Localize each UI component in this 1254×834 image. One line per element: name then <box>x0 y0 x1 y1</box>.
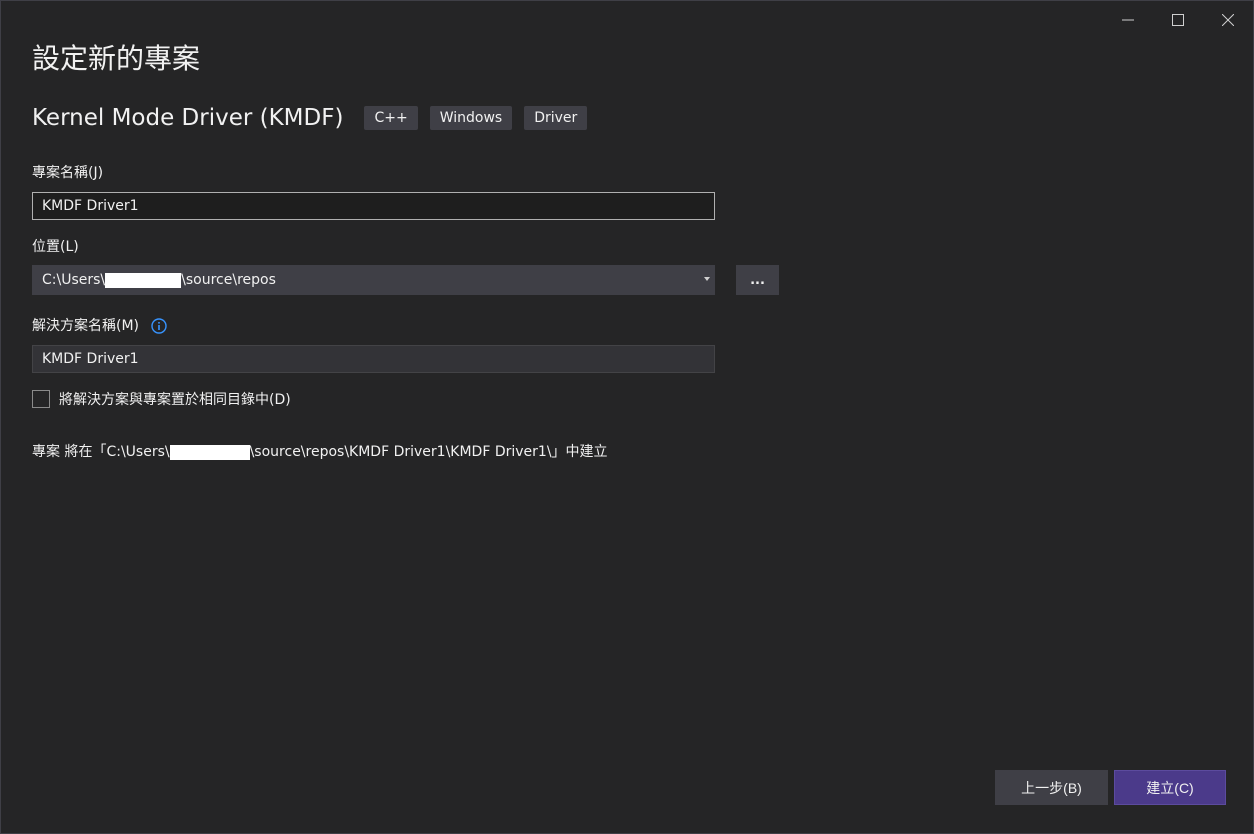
location-suffix: \source\repos <box>181 272 276 288</box>
dialog-window: 設定新的專案 Kernel Mode Driver (KMDF) C++ Win… <box>0 0 1254 834</box>
same-directory-option: 將解決方案與專案置於相同目錄中(D) <box>32 389 291 409</box>
redacted-username <box>169 444 250 460</box>
location-combobox[interactable]: C:\Users\ \source\repos <box>32 265 715 295</box>
info-icon[interactable] <box>151 318 168 334</box>
project-name-value: KMDF Driver1 <box>42 198 139 214</box>
chevron-down-icon[interactable] <box>704 277 710 281</box>
redacted-username <box>105 272 182 288</box>
template-name: Kernel Mode Driver (KMDF) <box>32 105 344 131</box>
path-summary-prefix: 專案 將在「C:\Users\ <box>32 444 170 460</box>
location-label: 位置(L) <box>32 239 79 255</box>
close-button[interactable] <box>1203 1 1253 39</box>
window-controls <box>1103 1 1253 39</box>
maximize-icon <box>1172 14 1184 26</box>
page-title: 設定新的專案 <box>32 42 201 75</box>
browse-button[interactable]: ... <box>736 265 779 295</box>
close-icon <box>1222 14 1234 26</box>
same-directory-checkbox-label[interactable]: 將解決方案與專案置於相同目錄中(D) <box>59 389 291 409</box>
project-path-summary: 專案 將在「C:\Users\ \source\repos\KMDF Driver… <box>32 441 608 461</box>
solution-name-value: KMDF Driver1 <box>42 351 139 367</box>
tag-project-type: Driver <box>524 106 588 130</box>
tag-language: C++ <box>364 106 418 130</box>
path-summary-suffix: \source\repos\KMDF Driver1\KMDF Driver1\… <box>249 444 608 460</box>
solution-name-label-row: 解決方案名稱(M) <box>32 315 168 335</box>
back-button[interactable]: 上一步(B) <box>995 770 1108 805</box>
maximize-button[interactable] <box>1153 1 1203 39</box>
tag-platform: Windows <box>429 106 513 130</box>
project-name-input[interactable]: KMDF Driver1 <box>32 192 715 220</box>
same-directory-checkbox[interactable] <box>32 390 50 408</box>
location-prefix: C:\Users\ <box>42 272 106 288</box>
create-button[interactable]: 建立(C) <box>1114 770 1226 805</box>
minimize-button[interactable] <box>1103 1 1153 39</box>
minimize-icon <box>1122 19 1134 21</box>
solution-name-label: 解決方案名稱(M) <box>32 318 140 334</box>
template-header: Kernel Mode Driver (KMDF) C++ Windows Dr… <box>32 105 599 131</box>
solution-name-input[interactable]: KMDF Driver1 <box>32 345 715 373</box>
project-name-label: 專案名稱(J) <box>32 165 104 181</box>
